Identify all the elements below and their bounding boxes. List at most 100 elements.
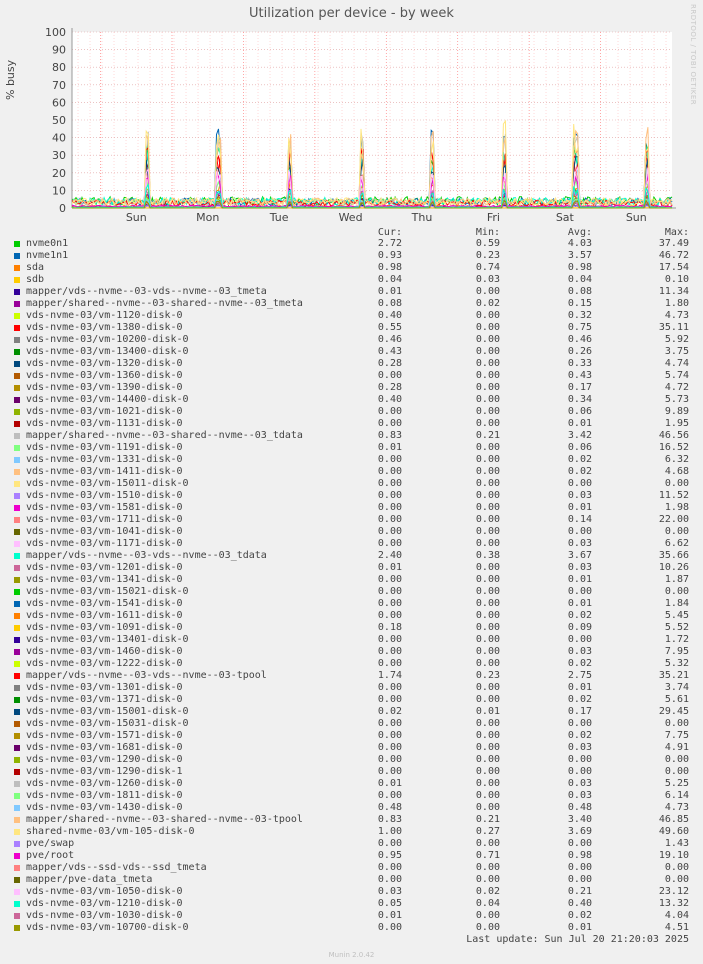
- legend-swatch: [14, 781, 20, 787]
- legend-row: mapper/vds--nvme--03-vds--nvme--03_tmeta…: [12, 286, 702, 298]
- legend-swatch: [14, 361, 20, 367]
- legend-swatch: [14, 493, 20, 499]
- series-name: vds-nvme-03/vm-15021-disk-0: [26, 586, 189, 597]
- series-max: 19.10: [658, 850, 689, 861]
- series-max: 17.54: [658, 262, 689, 273]
- series-cur: 0.00: [377, 526, 402, 537]
- series-max: 5.25: [664, 778, 689, 789]
- series-max: 5.74: [664, 370, 689, 381]
- series-min: 0.21: [475, 814, 500, 825]
- legend-row: nvme0n1 2.72 0.59 4.03 37.49: [12, 238, 702, 250]
- series-min: 0.00: [475, 778, 500, 789]
- legend-row: vds-nvme-03/vm-14400-disk-0 0.40 0.00 0.34 5…: [12, 394, 702, 406]
- series-cur: 0.93: [377, 250, 402, 261]
- series-avg: 0.06: [567, 406, 592, 417]
- legend-swatch: [14, 505, 20, 511]
- series-min: 0.00: [475, 490, 500, 501]
- x-tick-label: Sun: [626, 211, 647, 224]
- series-cur: 0.01: [377, 910, 402, 921]
- legend-row: sda 0.98 0.74 0.98 17.54: [12, 262, 702, 274]
- series-cur: 0.04: [377, 274, 402, 285]
- legend-swatch: [14, 253, 20, 259]
- series-cur: 0.95: [377, 850, 402, 861]
- series-cur: 0.40: [377, 394, 402, 405]
- series-name: vds-nvme-03/vm-1290-disk-0: [26, 754, 183, 765]
- series-min: 0.00: [475, 286, 500, 297]
- series-name: sdb: [26, 274, 45, 285]
- series-cur: 0.00: [377, 406, 402, 417]
- series-name: vds-nvme-03/vm-1510-disk-0: [26, 490, 183, 501]
- legend-row: mapper/vds--nvme--03-vds--nvme--03-tpool…: [12, 670, 702, 682]
- series-max: 37.49: [658, 238, 689, 249]
- series-avg: 3.67: [567, 550, 592, 561]
- legend-swatch: [14, 313, 20, 319]
- series-min: 0.00: [475, 682, 500, 693]
- legend-swatch: [14, 769, 20, 775]
- series-name: vds-nvme-03/vm-1201-disk-0: [26, 562, 183, 573]
- legend-row: vds-nvme-03/vm-1091-disk-0 0.18 0.00 0.09 5.…: [12, 622, 702, 634]
- series-name: vds-nvme-03/vm-13400-disk-0: [26, 346, 189, 357]
- legend-row: nvme1n1 0.93 0.23 3.57 46.72: [12, 250, 702, 262]
- y-tick-label: 20: [52, 167, 66, 180]
- series-avg: 0.33: [567, 358, 592, 369]
- series-min: 0.00: [475, 406, 500, 417]
- series-max: 0.00: [664, 526, 689, 537]
- series-max: 6.32: [664, 454, 689, 465]
- legend-row: vds-nvme-03/vm-1681-disk-0 0.00 0.00 0.03 4.…: [12, 742, 702, 754]
- series-cur: 0.00: [377, 586, 402, 597]
- series-name: sda: [26, 262, 45, 273]
- legend-swatch: [14, 805, 20, 811]
- legend-swatch: [14, 925, 20, 931]
- series-avg: 0.03: [567, 790, 592, 801]
- legend-row: vds-nvme-03/vm-1711-disk-0 0.00 0.00 0.14 22…: [12, 514, 702, 526]
- series-name: pve/root: [26, 850, 75, 861]
- series-cur: 0.40: [377, 310, 402, 321]
- series-cur: 0.00: [377, 682, 402, 693]
- series-avg: 0.00: [567, 586, 592, 597]
- series-cur: 0.02: [377, 706, 402, 717]
- series-max: 49.60: [658, 826, 689, 837]
- series-cur: 1.00: [377, 826, 402, 837]
- legend-swatch: [14, 637, 20, 643]
- series-max: 3.74: [664, 682, 689, 693]
- legend-row: vds-nvme-03/vm-1191-disk-0 0.01 0.00 0.06 16…: [12, 442, 702, 454]
- series-name: vds-nvme-03/vm-1222-disk-0: [26, 658, 183, 669]
- series-max: 1.98: [664, 502, 689, 513]
- series-avg: 0.01: [567, 418, 592, 429]
- series-name: vds-nvme-03/vm-15001-disk-0: [26, 706, 189, 717]
- legend-row: vds-nvme-03/vm-13400-disk-0 0.43 0.00 0.26 3…: [12, 346, 702, 358]
- series-cur: 0.00: [377, 874, 402, 885]
- y-tick-label: 70: [52, 79, 66, 92]
- series-name: pve/swap: [26, 838, 75, 849]
- legend-row: mapper/vds--nvme--03-vds--nvme--03_tdata…: [12, 550, 702, 562]
- legend-swatch: [14, 889, 20, 895]
- series-max: 23.12: [658, 886, 689, 897]
- series-max: 0.10: [664, 274, 689, 285]
- y-tick-label: 60: [52, 96, 66, 109]
- x-tick-label: Sat: [556, 211, 575, 224]
- series-min: 0.00: [475, 502, 500, 513]
- legend-row: vds-nvme-03/vm-1120-disk-0 0.40 0.00 0.32 4.…: [12, 310, 702, 322]
- series-name: vds-nvme-03/vm-1331-disk-0: [26, 454, 183, 465]
- series-avg: 0.03: [567, 562, 592, 573]
- series-cur: 0.05: [377, 898, 402, 909]
- series-avg: 0.00: [567, 634, 592, 645]
- series-avg: 0.14: [567, 514, 592, 525]
- series-min: 0.00: [475, 466, 500, 477]
- series-max: 3.75: [664, 346, 689, 357]
- series-avg: 4.03: [567, 238, 592, 249]
- series-avg: 0.32: [567, 310, 592, 321]
- legend-row: vds-nvme-03/vm-1210-disk-0 0.05 0.04 0.40 13…: [12, 898, 702, 910]
- series-min: 0.00: [475, 766, 500, 777]
- series-avg: 0.01: [567, 574, 592, 585]
- series-max: 13.32: [658, 898, 689, 909]
- series-name: vds-nvme-03/vm-15011-disk-0: [26, 478, 189, 489]
- legend-swatch: [14, 841, 20, 847]
- legend-swatch: [14, 481, 20, 487]
- legend-row: vds-nvme-03/vm-10700-disk-0 0.00 0.00 0.01 4…: [12, 922, 702, 934]
- series-min: 0.00: [475, 310, 500, 321]
- y-tick-label: 30: [52, 149, 66, 162]
- series-name: vds-nvme-03/vm-1131-disk-0: [26, 418, 183, 429]
- legend: nvme0n1 2.72 0.59 4.03 37.49 nvme1n1 0.93 0.23 3…: [12, 238, 702, 934]
- y-tick-label: 90: [52, 44, 66, 57]
